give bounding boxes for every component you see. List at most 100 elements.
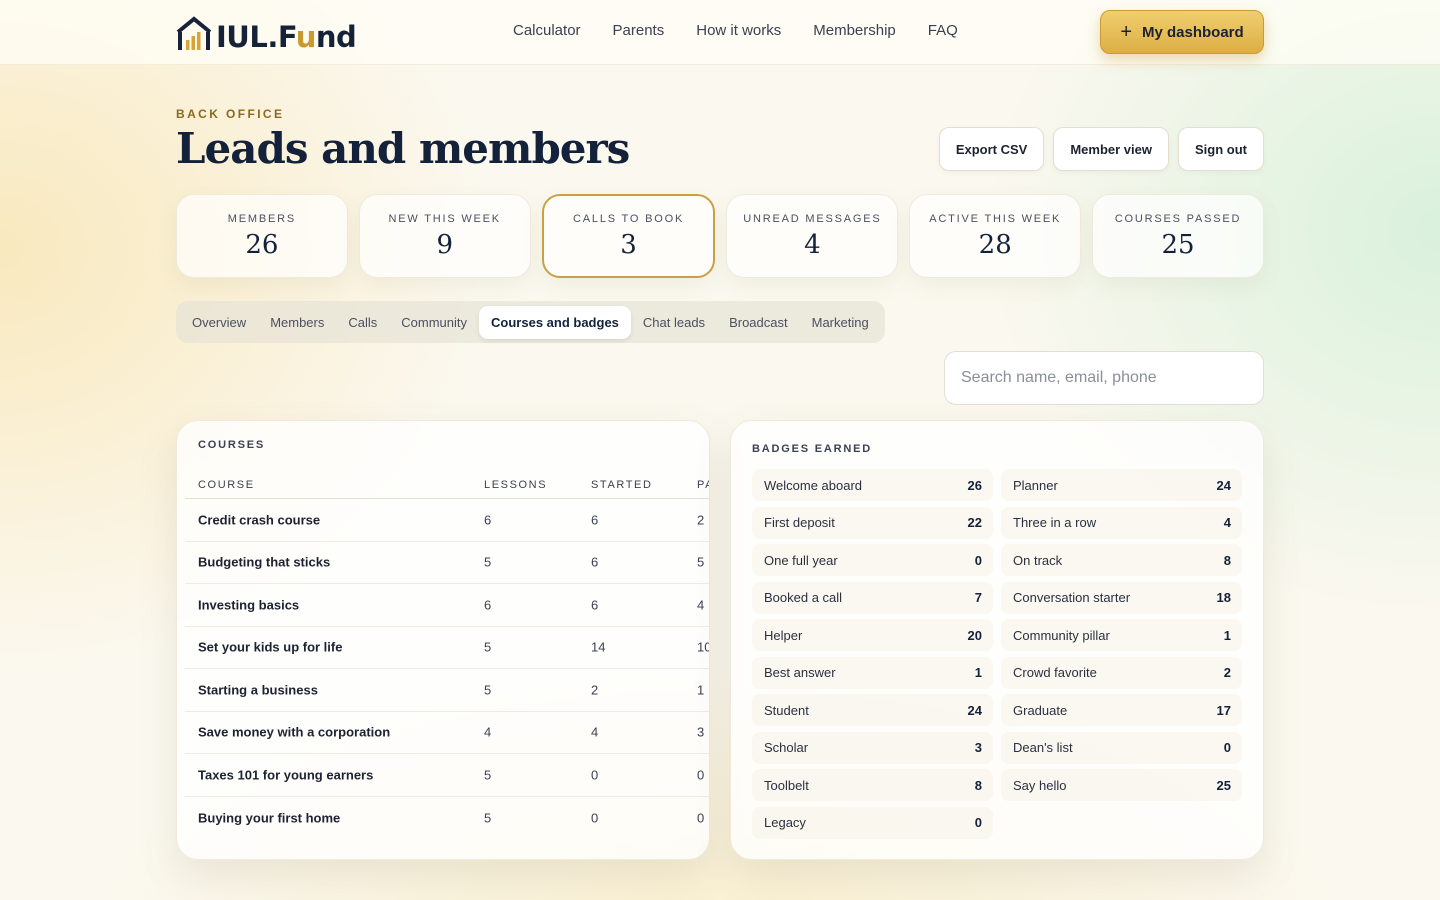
badge-name: Booked a call [764, 590, 843, 605]
badge-name: Planner [1013, 477, 1058, 493]
course-lessons: 5 [484, 554, 492, 570]
badge-count: 26 [967, 477, 982, 493]
badge-name: Best answer [764, 665, 836, 680]
course-lessons: 5 [484, 767, 492, 783]
table-row[interactable]: Buying your first home 5 0 0 [185, 797, 709, 840]
table-row[interactable]: Set your kids up for life 5 14 10 [185, 627, 709, 669]
stat-value: 28 [978, 229, 1012, 260]
badge-item: Student 24 [752, 694, 993, 726]
course-passed: 0 [697, 810, 705, 826]
stat-card-members[interactable]: MEMBERS 26 [176, 194, 348, 278]
stat-card-unread-messages[interactable]: UNREAD MESSAGES 4 [726, 194, 899, 278]
badge-name: Helper [764, 627, 803, 643]
stat-value: 25 [1161, 229, 1195, 260]
tab-courses-and-badges[interactable]: Courses and badges [479, 305, 631, 339]
tab-community[interactable]: Community [389, 306, 479, 339]
course-lessons: 6 [484, 512, 492, 528]
badge-name: Welcome aboard [764, 477, 863, 493]
nav-calculator[interactable]: Calculator [513, 22, 581, 39]
stat-label: ACTIVE THIS WEEK [929, 212, 1062, 225]
badge-name: Crowd favorite [1013, 665, 1097, 680]
badge-count: 22 [967, 515, 982, 530]
search-input[interactable] [944, 351, 1264, 405]
table-row[interactable]: Credit crash course 6 6 2 [185, 499, 709, 542]
section-tabs: Overview Members Calls Community Courses… [176, 301, 885, 343]
table-row[interactable]: Investing basics 6 6 4 [185, 584, 709, 627]
course-started: 6 [591, 512, 599, 528]
badge-name: One full year [764, 552, 838, 568]
table-row[interactable]: Budgeting that sticks 5 6 5 [185, 542, 709, 584]
badge-name: Say hello [1013, 777, 1067, 793]
course-started: 6 [591, 554, 599, 570]
course-name: Budgeting that sticks [198, 554, 331, 570]
course-name: Credit crash course [198, 512, 321, 528]
export-csv-button[interactable]: Export CSV [938, 127, 1045, 171]
courses-table: COURSE LESSONS STARTED PA Credit crash c… [185, 479, 709, 840]
badge-name: Toolbelt [764, 777, 809, 793]
badge-count: 24 [967, 702, 982, 718]
table-row[interactable]: Starting a business 5 2 1 [185, 669, 709, 712]
stat-card-courses-passed[interactable]: COURSES PASSED 25 [1092, 194, 1264, 278]
tab-overview[interactable]: Overview [180, 306, 258, 339]
badge-item: Toolbelt 8 [752, 769, 993, 801]
badge-count: 2 [1223, 665, 1231, 680]
badge-count: 0 [974, 815, 982, 830]
badge-count: 24 [1216, 477, 1231, 493]
badge-item: Helper 20 [752, 619, 993, 651]
tab-broadcast[interactable]: Broadcast [717, 306, 800, 339]
badge-item: Say hello 25 [1001, 769, 1242, 801]
stats-row: MEMBERS 26 NEW THIS WEEK 9 CALLS TO BOOK… [176, 194, 1264, 278]
member-view-button[interactable]: Member view [1053, 127, 1169, 171]
tab-marketing[interactable]: Marketing [800, 306, 881, 339]
course-lessons: 5 [484, 682, 492, 698]
course-name: Save money with a corporation [198, 724, 391, 740]
badge-item: One full year 0 [752, 544, 993, 576]
nav-membership[interactable]: Membership [813, 22, 896, 39]
tab-calls[interactable]: Calls [336, 306, 389, 339]
stat-card-new-this-week[interactable]: NEW THIS WEEK 9 [358, 194, 531, 278]
my-dashboard-button[interactable]: + My dashboard [1100, 10, 1264, 54]
tab-chat-leads[interactable]: Chat leads [631, 306, 717, 339]
stat-value: 3 [620, 229, 637, 260]
badge-item: Legacy 0 [752, 806, 993, 839]
badge-item: First deposit 22 [752, 506, 993, 539]
badge-name: Community pillar [1013, 627, 1110, 643]
course-passed: 10 [697, 639, 709, 655]
stat-value: 4 [804, 229, 821, 260]
nav-parents[interactable]: Parents [613, 22, 665, 39]
course-passed: 3 [697, 724, 705, 740]
badges-panel-title: BADGES EARNED [752, 443, 872, 455]
badges-grid: Welcome aboard 26 Planner 24 First deposit… [752, 469, 1244, 839]
brand-logo[interactable]: IUL.Fund [176, 14, 357, 52]
sign-out-button[interactable]: Sign out [1178, 127, 1264, 171]
badge-count: 17 [1216, 702, 1231, 718]
badge-name: First deposit [764, 515, 835, 530]
badge-count: 0 [974, 552, 982, 568]
house-bar-chart-icon [176, 16, 212, 50]
badge-item: Best answer 1 [752, 656, 993, 689]
course-passed: 2 [697, 512, 705, 528]
stat-card-active-this-week[interactable]: ACTIVE THIS WEEK 28 [909, 194, 1082, 278]
column-header-started[interactable]: STARTED [591, 479, 653, 491]
course-passed: 1 [697, 682, 705, 698]
table-row[interactable]: Taxes 101 for young earners 5 0 0 [185, 754, 709, 797]
badge-item: On track 8 [1001, 544, 1242, 576]
badge-name: Graduate [1013, 702, 1068, 718]
badge-count: 25 [1216, 777, 1231, 793]
column-header-lessons[interactable]: LESSONS [484, 479, 547, 491]
badges-panel: BADGES EARNED Welcome aboard 26 Planner 24… [730, 420, 1264, 860]
nav-how-it-works[interactable]: How it works [696, 22, 781, 39]
stat-card-calls-to-book[interactable]: CALLS TO BOOK 3 [541, 194, 716, 278]
column-header-course[interactable]: COURSE [198, 479, 255, 491]
badge-count: 7 [974, 590, 982, 605]
tab-members[interactable]: Members [258, 306, 336, 339]
plus-icon: + [1120, 21, 1132, 43]
column-header-passed[interactable]: PA [697, 479, 709, 491]
badge-item: Community pillar 1 [1001, 619, 1242, 651]
stat-value: 9 [436, 229, 454, 260]
table-row[interactable]: Save money with a corporation 4 4 3 [185, 712, 709, 754]
badge-count: 4 [1223, 515, 1231, 530]
badge-count: 3 [974, 740, 982, 755]
badge-name: Three in a row [1013, 515, 1097, 530]
nav-faq[interactable]: FAQ [928, 22, 958, 39]
